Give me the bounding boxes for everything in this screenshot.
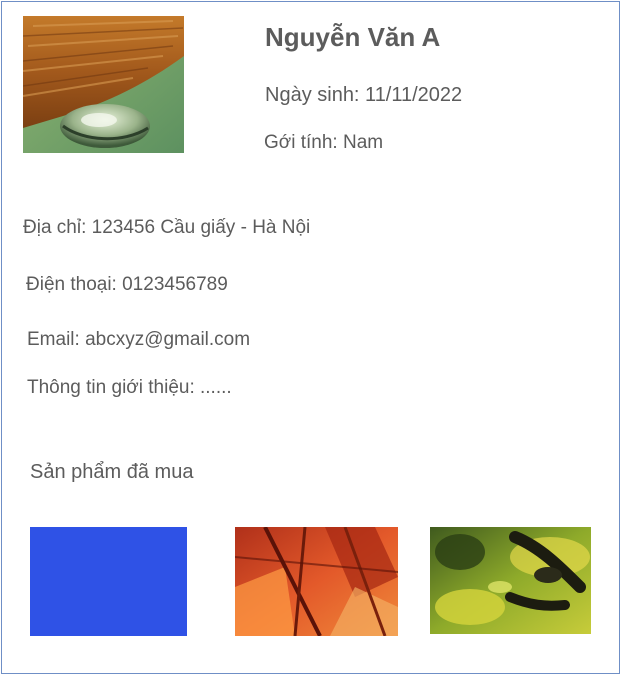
green-insect-image	[430, 527, 591, 634]
product-item-1[interactable]	[30, 527, 187, 636]
email: Email: abcxyz@gmail.com	[27, 329, 251, 350]
address: Địa chỉ: 123456 Cầu giấy - Hà Nội	[23, 217, 311, 238]
user-name: Nguyễn Văn A	[265, 22, 441, 52]
avatar[interactable]	[23, 16, 184, 153]
purchased-products-title: Sản phẩm đã mua	[30, 461, 194, 483]
product-item-3[interactable]	[430, 527, 591, 634]
blue-square-image	[30, 527, 187, 636]
gender: Gới tính: Nam	[264, 132, 384, 153]
phone-number: Điện thoại: 0123456789	[26, 274, 228, 295]
water-drop-image	[23, 16, 184, 153]
introduction: Thông tin giới thiệu: ......	[27, 377, 232, 398]
date-of-birth: Ngày sinh: 11/11/2022	[265, 84, 463, 106]
autumn-leaves-image	[235, 527, 398, 636]
product-item-2[interactable]	[235, 527, 398, 636]
